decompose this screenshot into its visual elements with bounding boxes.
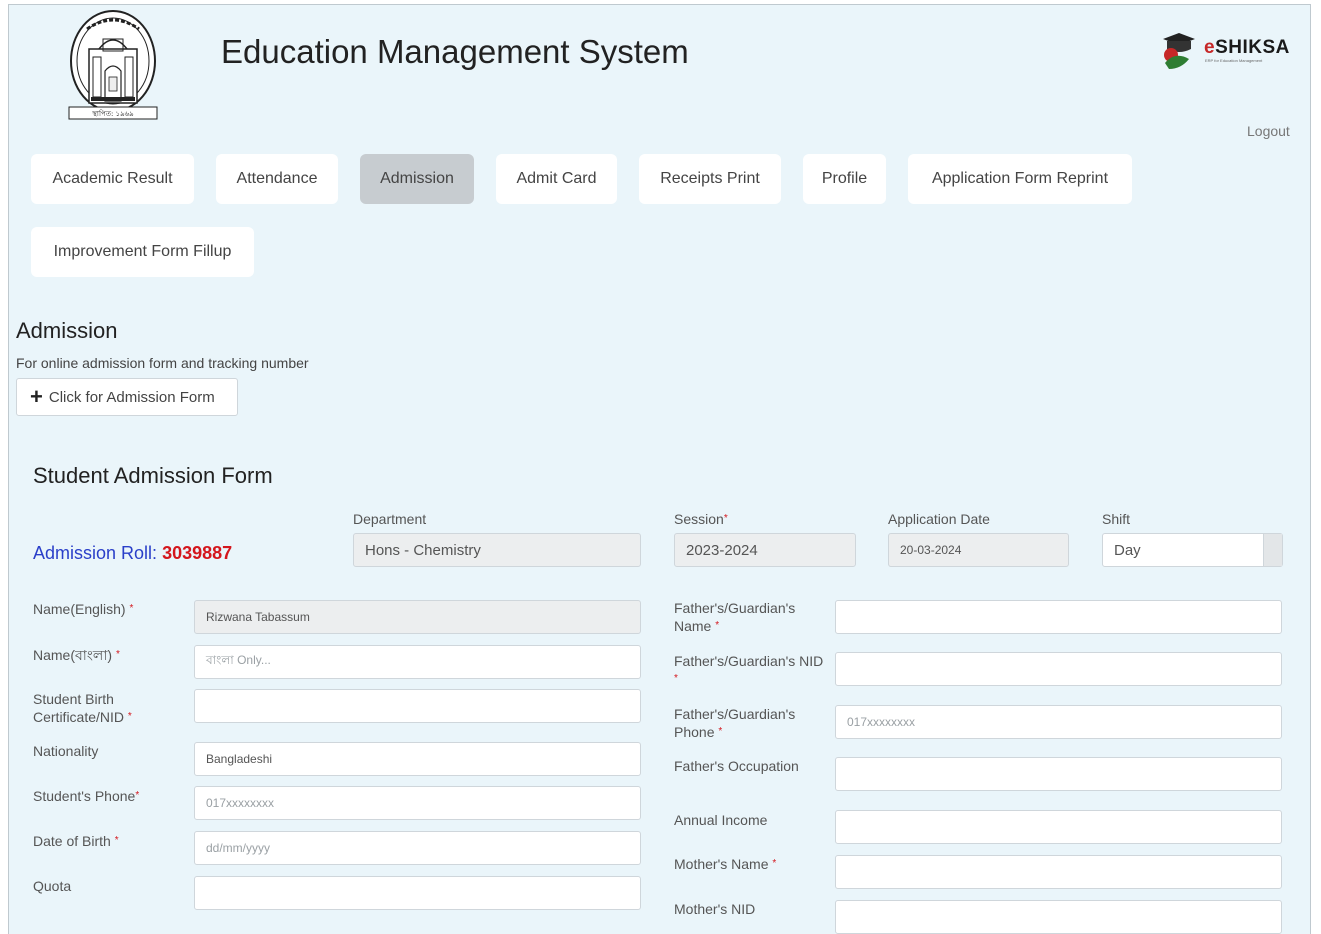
app-title: Education Management System xyxy=(221,33,689,70)
mother-nid-field[interactable] xyxy=(835,900,1282,934)
department-label: Department xyxy=(353,511,427,527)
department-field[interactable]: Hons - Chemistry xyxy=(353,533,641,567)
session-label: Session* xyxy=(674,511,728,527)
name-bangla-field[interactable]: বাংলা Only... xyxy=(194,645,641,679)
logout-link[interactable]: Logout xyxy=(1247,123,1290,139)
session-field[interactable]: 2023-2024 xyxy=(674,533,856,567)
annual-income-label: Annual Income xyxy=(674,812,768,828)
guardian-phone-field[interactable]: 017xxxxxxxx xyxy=(835,705,1282,739)
nationality-field[interactable]: Bangladeshi xyxy=(194,742,641,776)
admission-form-button-label: Click for Admission Form xyxy=(48,388,215,406)
date-of-birth-label: Date of Birth * xyxy=(33,833,119,849)
nav-improvement-form-fillup[interactable]: Improvement Form Fillup xyxy=(31,227,254,277)
name-english-label: Name(English) * xyxy=(33,601,134,617)
plus-icon: + xyxy=(30,384,43,409)
name-bangla-label: Name(বাংলা) * xyxy=(33,647,120,663)
admission-form-button[interactable]: + Click for Admission Form xyxy=(16,378,238,416)
mother-name-field[interactable] xyxy=(835,855,1282,889)
quota-field[interactable] xyxy=(194,876,641,910)
logo-caption: স্থাপিত: ১৯৬৯ xyxy=(91,110,134,118)
nav-receipts-print[interactable]: Receipts Print xyxy=(639,154,781,204)
nav-profile[interactable]: Profile xyxy=(803,154,886,204)
admission-roll-label: Admission Roll: xyxy=(33,543,158,563)
nav-admit-card[interactable]: Admit Card xyxy=(496,154,617,204)
guardian-name-label: Father's/Guardian's Name * xyxy=(674,600,796,634)
birth-certificate-label: Student Birth Certificate/NID * xyxy=(33,691,132,725)
guardian-phone-label: Father's/Guardian's Phone * xyxy=(674,706,796,740)
college-logo: স্থাপিত: ১৯৬৯ xyxy=(68,10,158,120)
shift-label: Shift xyxy=(1102,511,1131,527)
birth-certificate-field[interactable] xyxy=(194,689,641,723)
page-frame: স্থাপিত: ১৯৬৯ Education Management Syste… xyxy=(8,4,1311,934)
application-date-field[interactable]: 20-03-2024 xyxy=(888,533,1069,567)
chevron-down-icon xyxy=(1263,534,1282,566)
eshiksa-logo-icon xyxy=(1163,33,1195,69)
nav-attendance[interactable]: Attendance xyxy=(216,154,338,204)
admission-roll-number: 3039887 xyxy=(162,543,233,563)
quota-label: Quota xyxy=(33,878,72,894)
nationality-label: Nationality xyxy=(33,743,99,759)
guardian-name-field[interactable] xyxy=(835,600,1282,634)
mother-nid-label: Mother's NID xyxy=(674,901,756,917)
brand-name: eSHIKSA xyxy=(1204,37,1290,58)
brand-tagline: ERP for Education Management xyxy=(1205,58,1263,63)
form-title: Student Admission Form xyxy=(33,463,273,488)
date-of-birth-field[interactable]: dd/mm/yyyy xyxy=(194,831,641,865)
student-phone-field[interactable]: 017xxxxxxxx xyxy=(194,786,641,820)
nav-application-form-reprint[interactable]: Application Form Reprint xyxy=(908,154,1132,204)
shift-select-value: Day xyxy=(1114,541,1141,559)
nav-admission[interactable]: Admission xyxy=(360,154,474,204)
admission-roll: Admission Roll: 3039887 xyxy=(33,543,232,564)
name-english-field[interactable]: Rizwana Tabassum xyxy=(194,600,641,634)
section-subtitle: For online admission form and tracking n… xyxy=(16,355,309,371)
application-date-label: Application Date xyxy=(888,511,990,527)
father-occupation-label: Father's Occupation xyxy=(674,758,799,774)
section-title: Admission xyxy=(16,318,118,343)
nav-academic-result[interactable]: Academic Result xyxy=(31,154,194,204)
mother-name-label: Mother's Name * xyxy=(674,856,777,872)
guardian-nid-label: Father's/Guardian's NID * xyxy=(674,653,824,684)
guardian-nid-field[interactable] xyxy=(835,652,1282,686)
father-occupation-field[interactable] xyxy=(835,757,1282,791)
shift-select[interactable]: Day xyxy=(1102,533,1283,567)
annual-income-field[interactable] xyxy=(835,810,1282,844)
student-phone-label: Student's Phone* xyxy=(33,788,140,804)
